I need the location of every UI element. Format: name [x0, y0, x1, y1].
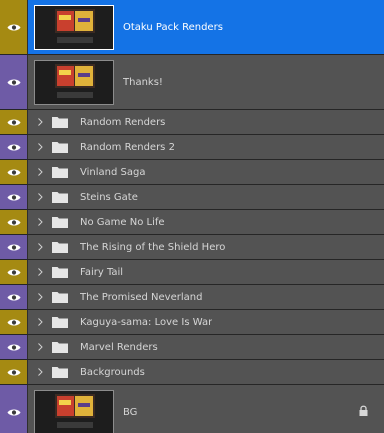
chevron-right-icon[interactable]: [34, 143, 46, 151]
visibility-toggle[interactable]: [0, 385, 28, 433]
layer-name: Thanks!: [123, 76, 163, 88]
folder-icon: [52, 241, 68, 253]
chevron-right-icon[interactable]: [34, 368, 46, 376]
layer-name: No Game No Life: [80, 216, 165, 228]
chevron-right-icon[interactable]: [34, 343, 46, 351]
layer-name: Fairy Tail: [80, 266, 124, 278]
visibility-toggle[interactable]: [0, 335, 28, 359]
layer-name: Backgrounds: [80, 366, 145, 378]
visibility-toggle[interactable]: [0, 185, 28, 209]
chevron-right-icon[interactable]: [34, 118, 46, 126]
visibility-toggle[interactable]: [0, 360, 28, 384]
eye-icon: [7, 294, 20, 300]
eye-icon: [7, 144, 20, 150]
layer-name: Random Renders: [80, 116, 166, 128]
visibility-toggle[interactable]: [0, 110, 28, 134]
chevron-right-icon[interactable]: [34, 168, 46, 176]
layer-group-vinland-saga[interactable]: Vinland Saga: [0, 160, 384, 185]
layer-group-promised-neverland[interactable]: The Promised Neverland: [0, 285, 384, 310]
layer-name: The Promised Neverland: [80, 291, 203, 303]
layer-name: Kaguya-sama: Love Is War: [80, 316, 213, 328]
layer-group-shield-hero[interactable]: The Rising of the Shield Hero: [0, 235, 384, 260]
visibility-toggle[interactable]: [0, 55, 28, 109]
layer-row-thanks[interactable]: Thanks!: [0, 55, 384, 110]
folder-icon: [52, 166, 68, 178]
eye-icon: [7, 194, 20, 200]
layer-row-otaku-pack-renders[interactable]: Otaku Pack Renders: [0, 0, 384, 55]
lock-icon[interactable]: [359, 405, 368, 419]
eye-icon: [7, 369, 20, 375]
layer-group-backgrounds[interactable]: Backgrounds: [0, 360, 384, 385]
visibility-toggle[interactable]: [0, 210, 28, 234]
chevron-right-icon[interactable]: [34, 268, 46, 276]
folder-icon: [52, 116, 68, 128]
eye-icon: [7, 244, 20, 250]
chevron-right-icon[interactable]: [34, 318, 46, 326]
layer-name: Vinland Saga: [80, 166, 146, 178]
visibility-toggle[interactable]: [0, 160, 28, 184]
visibility-toggle[interactable]: [0, 310, 28, 334]
eye-icon: [7, 79, 20, 85]
folder-icon: [52, 366, 68, 378]
visibility-toggle[interactable]: [0, 0, 28, 54]
eye-icon: [7, 24, 20, 30]
eye-icon: [7, 409, 20, 415]
layer-thumbnail: [34, 4, 114, 50]
layer-name: Marvel Renders: [80, 341, 158, 353]
layer-name: Otaku Pack Renders: [123, 21, 223, 33]
chevron-right-icon[interactable]: [34, 293, 46, 301]
folder-icon: [52, 291, 68, 303]
layer-group-kaguya-sama[interactable]: Kaguya-sama: Love Is War: [0, 310, 384, 335]
layer-group-fairy-tail[interactable]: Fairy Tail: [0, 260, 384, 285]
layer-name: Random Renders 2: [80, 141, 175, 153]
visibility-toggle[interactable]: [0, 235, 28, 259]
layer-group-random-renders[interactable]: Random Renders: [0, 110, 384, 135]
eye-icon: [7, 269, 20, 275]
layer-name: Steins Gate: [80, 191, 138, 203]
folder-icon: [52, 191, 68, 203]
eye-icon: [7, 169, 20, 175]
chevron-right-icon[interactable]: [34, 193, 46, 201]
layer-thumbnail: [34, 389, 114, 433]
visibility-toggle[interactable]: [0, 135, 28, 159]
layer-name: The Rising of the Shield Hero: [80, 241, 226, 253]
chevron-right-icon[interactable]: [34, 243, 46, 251]
layer-group-random-renders-2[interactable]: Random Renders 2: [0, 135, 384, 160]
visibility-toggle[interactable]: [0, 260, 28, 284]
folder-icon: [52, 216, 68, 228]
chevron-right-icon[interactable]: [34, 218, 46, 226]
layer-group-no-game-no-life[interactable]: No Game No Life: [0, 210, 384, 235]
layer-name: BG: [123, 406, 138, 418]
layer-thumbnail: [34, 59, 114, 105]
eye-icon: [7, 219, 20, 225]
folder-icon: [52, 341, 68, 353]
folder-icon: [52, 266, 68, 278]
eye-icon: [7, 119, 20, 125]
layers-panel: Otaku Pack Renders Thanks! Random Render…: [0, 0, 384, 433]
layer-group-steins-gate[interactable]: Steins Gate: [0, 185, 384, 210]
eye-icon: [7, 344, 20, 350]
eye-icon: [7, 319, 20, 325]
layer-row-bg[interactable]: BG: [0, 385, 384, 433]
visibility-toggle[interactable]: [0, 285, 28, 309]
folder-icon: [52, 316, 68, 328]
folder-icon: [52, 141, 68, 153]
layer-group-marvel-renders[interactable]: Marvel Renders: [0, 335, 384, 360]
